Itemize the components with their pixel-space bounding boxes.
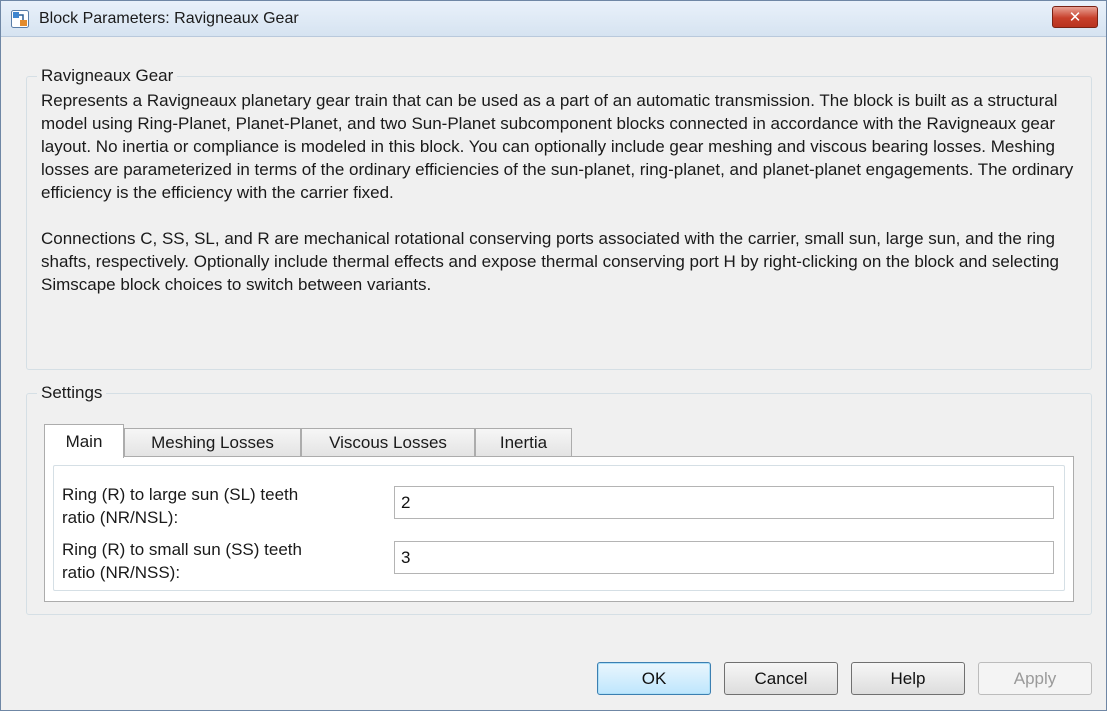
small-sun-ratio-label-line2: ratio (NR/NSS): <box>62 563 181 582</box>
description-legend: Ravigneaux Gear <box>37 66 178 86</box>
small-sun-ratio-input[interactable] <box>394 541 1054 574</box>
tab-viscous-losses[interactable]: Viscous Losses <box>301 428 475 457</box>
dialog-window: Block Parameters: Ravigneaux Gear ✕ Ravi… <box>0 0 1107 711</box>
cancel-button[interactable]: Cancel <box>724 662 838 695</box>
apply-button[interactable]: Apply <box>978 662 1092 695</box>
main-tab-panel: Ring (R) to large sun (SL) teeth ratio (… <box>44 456 1074 602</box>
large-sun-ratio-label-line2: ratio (NR/NSL): <box>62 508 179 527</box>
title-bar[interactable]: Block Parameters: Ravigneaux Gear ✕ <box>1 1 1106 37</box>
large-sun-ratio-input[interactable] <box>394 486 1054 519</box>
tab-main[interactable]: Main <box>44 424 124 458</box>
description-group: Ravigneaux Gear Represents a Ravigneaux … <box>26 66 1092 370</box>
tab-inertia[interactable]: Inertia <box>475 428 572 457</box>
tab-meshing-losses[interactable]: Meshing Losses <box>124 428 301 457</box>
description-paragraph-2: Connections C, SS, SL, and R are mechani… <box>41 229 1059 294</box>
ok-button[interactable]: OK <box>597 662 711 695</box>
large-sun-ratio-label-line1: Ring (R) to large sun (SL) teeth <box>62 485 299 504</box>
close-button[interactable]: ✕ <box>1052 6 1098 28</box>
window-title: Block Parameters: Ravigneaux Gear <box>39 10 299 27</box>
parameters-box: Ring (R) to large sun (SL) teeth ratio (… <box>53 465 1065 591</box>
settings-legend: Settings <box>37 383 107 403</box>
help-button[interactable]: Help <box>851 662 965 695</box>
large-sun-ratio-label: Ring (R) to large sun (SL) teeth ratio (… <box>62 483 382 529</box>
close-icon: ✕ <box>1068 9 1082 26</box>
small-sun-ratio-label-line1: Ring (R) to small sun (SS) teeth <box>62 540 302 559</box>
settings-group: Settings Main Meshing Losses Viscous Los… <box>26 383 1092 615</box>
description-paragraph-1: Represents a Ravigneaux planetary gear t… <box>41 91 1074 202</box>
small-sun-ratio-label: Ring (R) to small sun (SS) teeth ratio (… <box>62 538 382 584</box>
block-description: Represents a Ravigneaux planetary gear t… <box>41 89 1081 319</box>
simulink-block-icon <box>11 10 29 28</box>
